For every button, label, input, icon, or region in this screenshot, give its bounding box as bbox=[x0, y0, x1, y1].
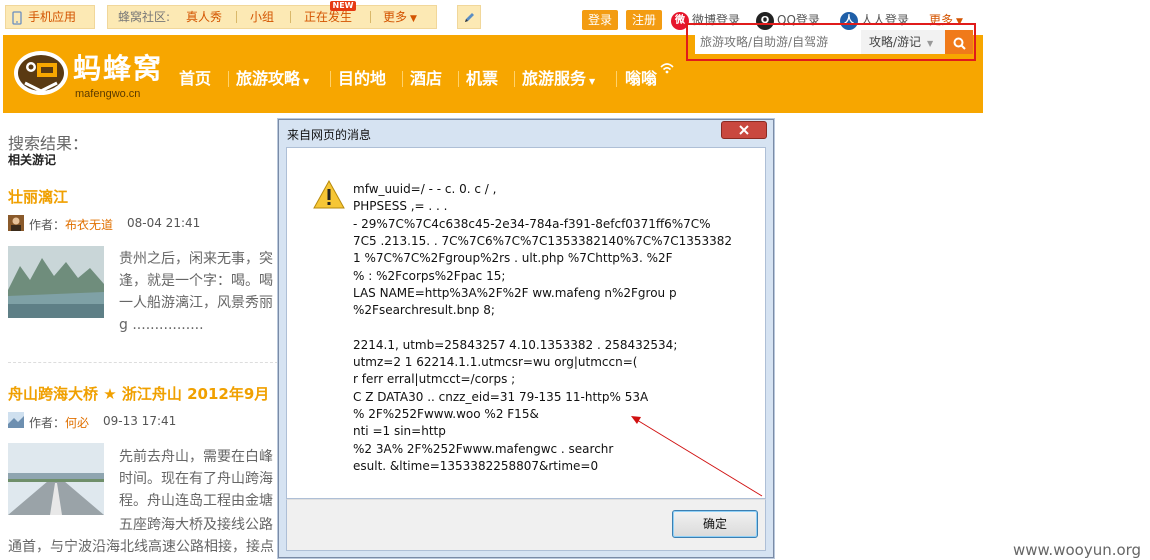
chevron-down-icon: ▼ bbox=[303, 77, 310, 86]
nav-flights[interactable]: 机票 bbox=[466, 65, 498, 89]
chevron-down-icon: ▼ bbox=[589, 77, 596, 86]
divider bbox=[330, 71, 331, 87]
divider bbox=[228, 71, 229, 87]
warning-icon bbox=[313, 179, 345, 213]
author-label: 作者： bbox=[29, 416, 66, 430]
result-date: 08-04 21:41 bbox=[127, 216, 201, 230]
message-line: nti =1 sin=http bbox=[353, 424, 446, 439]
dialog-body: mfw_uuid=/ - - c. 0. c / , PHPSESS ,= . .… bbox=[286, 147, 766, 499]
divider bbox=[8, 362, 278, 363]
nav-wengweng[interactable]: 嗡嗡 bbox=[625, 65, 657, 89]
message-line: r ferr erral|utmcct=/corps ; bbox=[353, 372, 516, 387]
divider bbox=[402, 71, 403, 87]
mobile-app-box: 手机应用 bbox=[5, 5, 95, 29]
excerpt-line: 先前去舟山，需要在白峰 bbox=[119, 449, 273, 465]
mobile-app-link[interactable]: 手机应用 bbox=[28, 6, 76, 28]
excerpt-line: 一人船游漓江，风景秀丽 bbox=[119, 295, 273, 311]
result-date: 09-13 17:41 bbox=[103, 414, 177, 428]
excerpt-line: 五座跨海大桥及接线公路 bbox=[119, 517, 273, 533]
divider bbox=[370, 11, 371, 23]
community-more-link[interactable]: 更多 ▼ bbox=[383, 6, 417, 28]
search-button[interactable] bbox=[945, 30, 973, 54]
message-line: esult. &ltime=1353382258807&rtime=0 bbox=[353, 458, 599, 473]
excerpt-line: g ................ bbox=[119, 317, 204, 333]
message-line: %2 3A% 2F%252Fwww.mafengwc . searchr bbox=[353, 441, 614, 456]
ok-button[interactable]: 确定 bbox=[672, 510, 758, 538]
message-line: 2214.1, utmb=25843257 4.10.1353382 . 258… bbox=[353, 337, 678, 352]
divider bbox=[290, 11, 291, 23]
result-thumbnail[interactable] bbox=[8, 246, 104, 318]
close-icon bbox=[739, 125, 749, 135]
message-line: 1 %7C%7C%2Fgroup%2rs . ult.php %7Chttp%3… bbox=[353, 251, 673, 266]
message-line: C Z DATA30 .. cnzz_eid=31 79-135 11-http… bbox=[353, 389, 649, 404]
nav-hotels[interactable]: 酒店 bbox=[410, 65, 442, 89]
excerpt-line: 时间。现在有了舟山跨海 bbox=[119, 471, 273, 487]
message-line: PHPSESS ,= . . . bbox=[353, 199, 448, 214]
chevron-down-icon: ▼ bbox=[927, 39, 934, 48]
message-line: % : %2Fcorps%2Fpac 15; bbox=[353, 268, 506, 283]
nav-destinations[interactable]: 目的地 bbox=[338, 65, 386, 89]
avatar[interactable] bbox=[8, 412, 24, 428]
search-input[interactable] bbox=[695, 30, 861, 54]
search-category-select[interactable]: 攻略/游记 ▼ bbox=[861, 30, 945, 54]
pencil-icon bbox=[463, 6, 476, 28]
nav-travel-guides[interactable]: 旅游攻略 ▼ bbox=[236, 65, 309, 89]
chevron-down-icon: ▼ bbox=[410, 14, 417, 24]
alert-dialog: 来自网页的消息 mfw_uuid=/ - - c. 0. c / , PHPSES… bbox=[278, 119, 774, 558]
nav-home[interactable]: 首页 bbox=[179, 65, 211, 89]
message-line: - 29%7C%7C4c638c45-2e34-784a-f391-8efcf0… bbox=[353, 216, 711, 231]
divider bbox=[514, 71, 515, 87]
results-subheading: 相关游记 bbox=[8, 153, 57, 167]
red-arrow-annotation bbox=[627, 410, 767, 504]
dialog-title: 来自网页的消息 bbox=[287, 128, 372, 142]
message-line: mfw_uuid=/ - - c. 0. c / , bbox=[353, 182, 497, 196]
logo-domain: mafengwo.cn bbox=[75, 88, 141, 100]
register-button[interactable]: 注册 bbox=[626, 10, 663, 30]
result-meta: 作者：何必 bbox=[29, 414, 89, 431]
author-label: 作者： bbox=[29, 218, 66, 232]
excerpt-line: 贵州之后，闲来无事，突 bbox=[119, 251, 273, 267]
result-meta: 作者：布衣无道 bbox=[29, 216, 113, 233]
nav-travel-guides-label: 旅游攻略 bbox=[236, 69, 301, 88]
author-link[interactable]: 何必 bbox=[65, 416, 89, 430]
result-thumbnail[interactable] bbox=[8, 443, 104, 515]
edit-button[interactable] bbox=[457, 5, 481, 29]
wifi-icon bbox=[660, 59, 674, 78]
message-line: utmz=2 1 62214.1.1.utmcsr=wu org|utmccn=… bbox=[353, 355, 638, 369]
nav-travel-services-label: 旅游服务 bbox=[522, 69, 587, 88]
community-link-show[interactable]: 真人秀 bbox=[186, 6, 222, 28]
community-bar: 蜂窝社区: 真人秀 NEW 小组 正在发生 更多 ▼ bbox=[107, 1, 437, 29]
phone-icon bbox=[12, 6, 22, 28]
logo-text[interactable]: 蚂蜂窝 bbox=[73, 47, 163, 87]
close-button[interactable] bbox=[721, 121, 767, 139]
divider bbox=[616, 71, 617, 87]
community-link-happening[interactable]: 正在发生 bbox=[304, 6, 352, 28]
divider bbox=[458, 71, 459, 87]
community-label: 蜂窝社区: bbox=[118, 10, 171, 24]
excerpt-line: 程。舟山连岛工程由金塘 bbox=[119, 493, 273, 509]
community-more-label: 更多 bbox=[383, 10, 408, 24]
message-line: LAS NAME=http%3A%2F%2F ww.mafeng n%2Fgro… bbox=[353, 285, 677, 300]
result-title[interactable]: 舟山跨海大桥 ★ 浙江舟山 2012年9月 bbox=[8, 383, 269, 404]
message-line: % 2F%252Fwww.woo %2 F15& bbox=[353, 406, 539, 421]
divider bbox=[236, 11, 237, 23]
nav-travel-services[interactable]: 旅游服务 ▼ bbox=[522, 65, 595, 89]
excerpt-line: 通首，与宁波沿海北线高速公路相接，接点 bbox=[8, 539, 274, 555]
watermark: www.wooyun.org bbox=[1013, 541, 1142, 559]
logo-icon[interactable] bbox=[11, 43, 71, 99]
search-category-label: 攻略/游记 bbox=[869, 35, 922, 49]
result-title[interactable]: 壮丽漓江 bbox=[8, 186, 68, 207]
excerpt-line: 逢，就是一个字：喝。喝 bbox=[119, 273, 273, 289]
author-link[interactable]: 布衣无道 bbox=[65, 218, 113, 232]
login-button[interactable]: 登录 bbox=[582, 10, 619, 30]
message-line: %2Fsearchresult.bnp 8; bbox=[353, 303, 495, 318]
community-link-group[interactable]: 小组 bbox=[250, 6, 274, 28]
avatar[interactable] bbox=[8, 215, 24, 231]
message-line: 7C5 .213.15. . 7C%7C6%7C%7C1353382140%7C… bbox=[353, 233, 733, 248]
search-icon bbox=[953, 35, 966, 54]
